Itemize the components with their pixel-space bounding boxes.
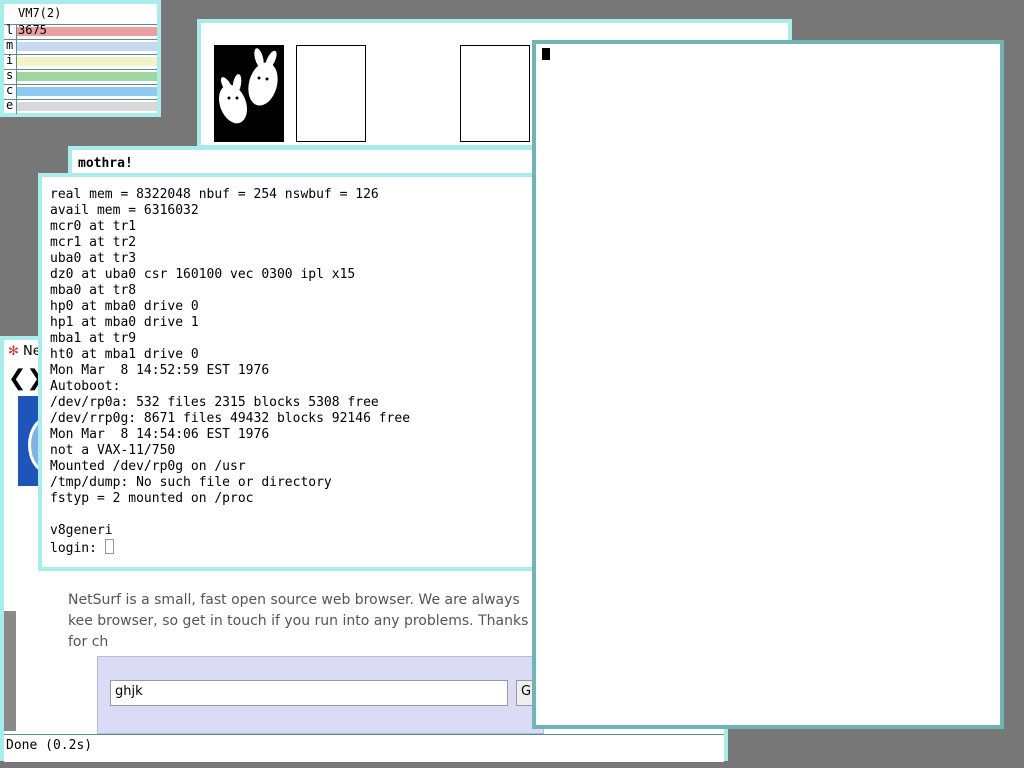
console-line: hp1 at mba0 drive 1 (50, 315, 199, 330)
login-prompt: login: (50, 541, 105, 556)
console-line: ht0 at mba1 drive 0 (50, 347, 199, 362)
console-line: avail mem = 6316032 (50, 203, 199, 218)
terminal-window[interactable] (532, 40, 1004, 729)
console-line: real mem = 8322048 nbuf = 254 nswbuf = 1… (50, 187, 379, 202)
stats-row-label: s (6, 68, 14, 82)
console-line: mba0 at tr8 (50, 283, 137, 298)
console-line: Mounted /dev/rp0g on /usr (50, 459, 246, 474)
stats-row: e (4, 99, 157, 111)
stats-row: i (4, 54, 157, 66)
console-lines: real mem = 8322048 nbuf = 254 nswbuf = 1… (50, 187, 410, 538)
console-line: Mon Mar 8 14:52:59 EST 1976 (50, 363, 270, 378)
stats-graph (17, 102, 157, 111)
netsurf-scrollbar[interactable] (4, 611, 16, 731)
console-line: fstyp = 2 mounted on /proc (50, 491, 254, 506)
console-line: /tmp/dump: No such file or directory (50, 475, 332, 490)
console-line: mcr1 at tr2 (50, 235, 137, 250)
stats-row: l 3675 (4, 24, 157, 36)
netsurf-description: NetSurf is a small, fast open source web… (68, 592, 529, 650)
stats-row-label: c (6, 83, 14, 97)
terminal-cursor (542, 48, 550, 60)
face-slot[interactable] (460, 45, 530, 142)
stats-row-label: e (6, 98, 14, 112)
face-slot[interactable] (296, 45, 366, 142)
console-line: Mon Mar 8 14:54:06 EST 1976 (50, 427, 270, 442)
console-line: Autoboot: (50, 379, 121, 394)
stats-graph (17, 72, 157, 81)
search-panel: ghjk Go (97, 656, 546, 734)
stats-row: s (4, 69, 157, 81)
console-line: mcr0 at tr1 (50, 219, 137, 234)
stats-row: m (4, 39, 157, 51)
console-window[interactable]: real mem = 8322048 nbuf = 254 nswbuf = 1… (38, 173, 538, 571)
console-line: /dev/rrp0g: 8671 files 49432 blocks 9214… (50, 411, 411, 426)
console-line: dz0 at uba0 csr 160100 vec 0300 ipl x15 (50, 267, 356, 282)
netsurf-tab[interactable]: ✻ Ne (8, 344, 41, 359)
stats-graph (17, 87, 157, 96)
console-line: hp0 at mba0 drive 0 (50, 299, 199, 314)
console-line: not a VAX-11/750 (50, 443, 176, 458)
console-output[interactable]: real mem = 8322048 nbuf = 254 nswbuf = 1… (50, 187, 410, 557)
stats-row-label: l (6, 23, 14, 37)
stats-row-label: i (6, 53, 14, 67)
console-line: uba0 at tr3 (50, 251, 137, 266)
stats-row: c (4, 84, 157, 96)
text-cursor (104, 539, 114, 554)
stats-graph (17, 57, 157, 66)
console-line: mba1 at tr9 (50, 331, 137, 346)
stats-value: 3675 (18, 23, 47, 37)
stats-row-label: m (6, 38, 14, 52)
mothra-title: mothra! (78, 156, 133, 171)
bunny-face-icon[interactable] (214, 45, 284, 142)
stats-window[interactable]: VM7(2) l 3675 m i s c e (0, 0, 161, 117)
search-input[interactable]: ghjk (110, 680, 508, 706)
status-bar: Done (0.2s) (4, 734, 724, 762)
status-text: Done (0.2s) (6, 738, 93, 753)
console-line: v8generi (50, 523, 113, 538)
console-line: /dev/rp0a: 532 files 2315 blocks 5308 fr… (50, 395, 379, 410)
stats-title: VM7(2) (18, 6, 62, 20)
stats-graph (17, 42, 157, 51)
netsurf-favicon-icon: ✻ (8, 344, 19, 359)
